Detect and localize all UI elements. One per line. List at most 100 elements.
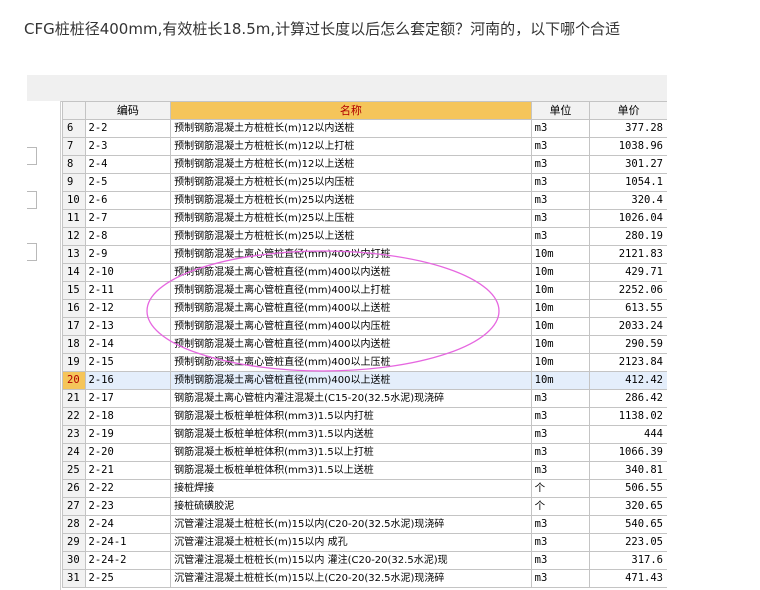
name-cell[interactable]: 预制钢筋混凝土方桩桩长(m)12以上送桩	[170, 155, 532, 174]
code-cell[interactable]: 2-9	[84, 245, 172, 264]
unit-cell[interactable]: 10m	[530, 335, 591, 354]
price-cell[interactable]: 223.05	[589, 533, 667, 552]
row-number[interactable]: 23	[62, 425, 86, 444]
name-cell[interactable]: 接桩硫磺胶泥	[170, 497, 532, 516]
code-cell[interactable]: 2-18	[84, 407, 172, 426]
row-number[interactable]: 14	[62, 263, 86, 282]
price-cell[interactable]: 2123.84	[589, 353, 667, 372]
code-cell[interactable]: 2-6	[84, 191, 172, 210]
table-row[interactable]: 10 2-6 预制钢筋混凝土方桩桩长(m)25以内送桩 m3 320.4	[62, 191, 667, 210]
table-row[interactable]: 20 2-16 预制钢筋混凝土离心管桩直径(mm)400以上送桩 10m 412.42	[62, 371, 667, 390]
name-cell[interactable]: 钢筋混凝土板桩单桩体积(mm3)1.5以上送桩	[170, 461, 532, 480]
price-cell[interactable]: 301.27	[589, 155, 667, 174]
table-row[interactable]: 23 2-19 钢筋混凝土板桩单桩体积(mm3)1.5以内送桩 m3 444	[62, 425, 667, 444]
price-cell[interactable]: 429.71	[589, 263, 667, 282]
table-row[interactable]: 26 2-22 接桩焊接个 506.55	[62, 479, 667, 498]
price-cell[interactable]: 613.55	[589, 299, 667, 318]
name-cell[interactable]: 沉管灌注混凝土桩桩长(m)15以内 灌注(C20-20(32.5水泥)现	[170, 551, 532, 570]
code-cell[interactable]: 2-11	[84, 281, 172, 300]
name-cell[interactable]: 预制钢筋混凝土离心管桩直径(mm)400以上打桩	[170, 281, 532, 300]
panel-input-stub[interactable]	[27, 147, 37, 165]
row-number[interactable]: 10	[62, 191, 86, 210]
unit-cell[interactable]: m3	[530, 425, 591, 444]
table-row[interactable]: 24 2-20 钢筋混凝土板桩单桩体积(mm3)1.5以上打桩 m3 1066.39	[62, 443, 667, 462]
row-number[interactable]: 25	[62, 461, 86, 480]
unit-cell[interactable]: m3	[530, 173, 591, 192]
name-cell[interactable]: 预制钢筋混凝土离心管桩直径(mm)400以上送桩	[170, 299, 532, 318]
price-cell[interactable]: 2121.83	[589, 245, 667, 264]
name-cell[interactable]: 预制钢筋混凝土离心管桩直径(mm)400以上送桩	[170, 371, 532, 390]
code-cell[interactable]: 2-12	[84, 299, 172, 318]
code-cell[interactable]: 2-25	[84, 569, 172, 588]
row-number[interactable]: 31	[62, 569, 86, 588]
table-row[interactable]: 22 2-18 钢筋混凝土板桩单桩体积(mm3)1.5以内打桩 m3 1138.02	[62, 407, 667, 426]
name-cell[interactable]: 预制钢筋混凝土方桩桩长(m)12以内送桩	[170, 119, 532, 138]
price-cell[interactable]: 377.28	[589, 119, 667, 138]
row-number[interactable]: 30	[62, 551, 86, 570]
code-cell[interactable]: 2-24	[84, 515, 172, 534]
unit-cell[interactable]: m3	[530, 551, 591, 570]
code-cell[interactable]: 2-14	[84, 335, 172, 354]
name-cell[interactable]: 预制钢筋混凝土方桩桩长(m)25以上送桩	[170, 227, 532, 246]
table-row[interactable]: 11 2-7 预制钢筋混凝土方桩桩长(m)25以上压桩 m3 1026.04	[62, 209, 667, 228]
name-cell[interactable]: 沉管灌注混凝土桩桩长(m)15以内 成孔	[170, 533, 532, 552]
code-cell[interactable]: 2-15	[84, 353, 172, 372]
price-cell[interactable]: 1026.04	[589, 209, 667, 228]
unit-cell[interactable]: 个	[530, 479, 591, 498]
row-number[interactable]: 20	[62, 371, 86, 390]
code-cell[interactable]: 2-20	[84, 443, 172, 462]
price-cell[interactable]: 340.81	[589, 461, 667, 480]
name-cell[interactable]: 预制钢筋混凝土方桩桩长(m)12以上打桩	[170, 137, 532, 156]
price-column-header[interactable]: 单价	[589, 101, 667, 120]
code-cell[interactable]: 2-10	[84, 263, 172, 282]
price-cell[interactable]: 1038.96	[589, 137, 667, 156]
price-cell[interactable]: 2252.06	[589, 281, 667, 300]
code-cell[interactable]: 2-4	[84, 155, 172, 174]
price-cell[interactable]: 317.6	[589, 551, 667, 570]
row-number[interactable]: 7	[62, 137, 86, 156]
code-cell[interactable]: 2-3	[84, 137, 172, 156]
unit-cell[interactable]: m3	[530, 443, 591, 462]
row-number[interactable]: 15	[62, 281, 86, 300]
unit-cell[interactable]: m3	[530, 569, 591, 588]
unit-cell[interactable]: 10m	[530, 245, 591, 264]
code-cell[interactable]: 2-16	[84, 371, 172, 390]
name-cell[interactable]: 预制钢筋混凝土方桩桩长(m)25以内送桩	[170, 191, 532, 210]
name-column-header[interactable]: 名称	[170, 101, 532, 120]
price-cell[interactable]: 320.65	[589, 497, 667, 516]
price-cell[interactable]: 412.42	[589, 371, 667, 390]
price-cell[interactable]: 320.4	[589, 191, 667, 210]
row-number[interactable]: 13	[62, 245, 86, 264]
unit-cell[interactable]: m3	[530, 533, 591, 552]
unit-cell[interactable]: m3	[530, 155, 591, 174]
code-cell[interactable]: 2-19	[84, 425, 172, 444]
table-row[interactable]: 18 2-14 预制钢筋混凝土离心管桩直径(mm)400以内送桩 10m 290.59	[62, 335, 667, 354]
table-row[interactable]: 27 2-23 接桩硫磺胶泥个 320.65	[62, 497, 667, 516]
code-cell[interactable]: 2-24-2	[84, 551, 172, 570]
row-number[interactable]: 9	[62, 173, 86, 192]
code-cell[interactable]: 2-8	[84, 227, 172, 246]
code-cell[interactable]: 2-21	[84, 461, 172, 480]
price-cell[interactable]: 1054.1	[589, 173, 667, 192]
price-cell[interactable]: 506.55	[589, 479, 667, 498]
unit-cell[interactable]: 10m	[530, 317, 591, 336]
table-row[interactable]: 30 2-24-2 沉管灌注混凝土桩桩长(m)15以内 灌注(C20-20(32.5…	[62, 551, 667, 570]
table-row[interactable]: 6 2-2 预制钢筋混凝土方桩桩长(m)12以内送桩 m3 377.28	[62, 119, 667, 138]
row-number[interactable]: 21	[62, 389, 86, 408]
panel-input-stub[interactable]	[27, 243, 37, 261]
code-cell[interactable]: 2-13	[84, 317, 172, 336]
unit-cell[interactable]: m3	[530, 227, 591, 246]
row-number[interactable]: 29	[62, 533, 86, 552]
name-cell[interactable]: 钢筋混凝土离心管桩内灌注混凝土(C15-20(32.5水泥)现浇碎	[170, 389, 532, 408]
table-row[interactable]: 28 2-24 沉管灌注混凝土桩桩长(m)15以内(C20-20(32.5水泥)现浇…	[62, 515, 667, 534]
unit-cell[interactable]: m3	[530, 209, 591, 228]
table-row[interactable]: 25 2-21 钢筋混凝土板桩单桩体积(mm3)1.5以上送桩 m3 340.81	[62, 461, 667, 480]
unit-cell[interactable]: m3	[530, 119, 591, 138]
name-cell[interactable]: 钢筋混凝土板桩单桩体积(mm3)1.5以内送桩	[170, 425, 532, 444]
row-number[interactable]: 16	[62, 299, 86, 318]
table-row[interactable]: 13 2-9 预制钢筋混凝土离心管桩直径(mm)400以内打桩 10m 2121.83	[62, 245, 667, 264]
name-cell[interactable]: 接桩焊接	[170, 479, 532, 498]
unit-cell[interactable]: m3	[530, 191, 591, 210]
name-cell[interactable]: 沉管灌注混凝土桩桩长(m)15以上(C20-20(32.5水泥)现浇碎	[170, 569, 532, 588]
table-row[interactable]: 19 2-15 预制钢筋混凝土离心管桩直径(mm)400以上压桩 10m 2123.84	[62, 353, 667, 372]
